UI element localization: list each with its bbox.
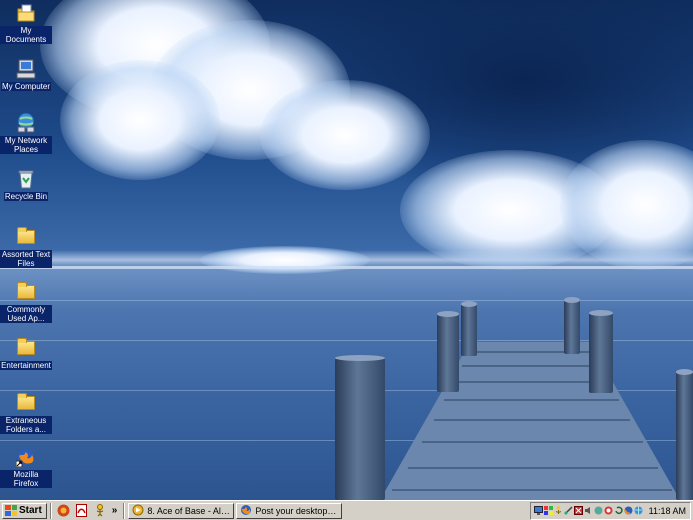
wallpaper-cloud [200, 246, 370, 274]
taskbar-separator [123, 502, 126, 519]
aim-icon[interactable] [93, 504, 107, 518]
pier-post [335, 355, 385, 500]
firefox-icon [240, 504, 252, 518]
desktop-icon-my-computer[interactable]: My Computer [0, 58, 52, 91]
media-player-icon [132, 504, 144, 518]
globe-tray-icon[interactable] [634, 505, 643, 516]
pier-post [437, 311, 459, 392]
firefox-tray-icon[interactable] [623, 505, 633, 516]
recycle-bin-icon [15, 168, 37, 190]
desktop-icon-label: Mozilla Firefox [0, 470, 52, 488]
desktop-icon-label: Extraneous Folders a... [0, 416, 52, 434]
pier-post [589, 310, 613, 393]
update-tray-icon[interactable] [594, 505, 603, 516]
network-tray-icon[interactable] [564, 505, 573, 516]
desktop-icon-assorted-text-files[interactable]: Assorted Text Files [0, 226, 52, 268]
wallpaper-pier [380, 340, 680, 500]
desktop-wallpaper [0, 0, 693, 500]
desktop-icon-mozilla-firefox[interactable]: Mozilla Firefox [0, 446, 52, 488]
aim-tray-icon[interactable] [554, 505, 563, 516]
wallpaper-wave [0, 300, 693, 301]
firefox-icon [15, 446, 37, 468]
desktop-icon-recycle-bin[interactable]: Recycle Bin [0, 168, 52, 201]
taskbar-separator [49, 502, 52, 519]
pier-post [676, 369, 693, 500]
folder-icon [15, 226, 37, 248]
pier-deck [380, 342, 680, 500]
pier-post [564, 297, 580, 354]
folder-icon [15, 392, 37, 414]
colors-tray-icon[interactable] [543, 505, 553, 516]
desktop-icon-label: My Documents [0, 26, 52, 44]
my-computer-icon [15, 58, 37, 80]
wallpaper-cloud [260, 80, 430, 190]
desktop-icon-label: Entertainment [0, 361, 52, 370]
browser-icon[interactable] [57, 504, 71, 518]
windows-logo-icon [5, 505, 17, 516]
antivirus-tray-icon[interactable] [604, 505, 613, 516]
wallpaper-horizon [0, 266, 693, 269]
desktop-icon-label: My Network Places [0, 136, 52, 154]
desktop-icon-label: My Computer [0, 82, 51, 91]
sync-tray-icon[interactable] [614, 505, 623, 516]
folder-icon [15, 281, 37, 303]
desktop-icon-my-network-places[interactable]: My Network Places [0, 112, 52, 154]
desktop-icon-my-documents[interactable]: My Documents [0, 2, 52, 44]
my-documents-icon [15, 2, 37, 24]
taskbar: Start » 8. Ace of Base - All That ... Po… [0, 500, 693, 520]
desktop-icon-label: Commonly Used Ap... [0, 305, 52, 323]
desktop-icon-label: Recycle Bin [3, 192, 49, 201]
pier-post [461, 301, 477, 356]
start-button[interactable]: Start [2, 502, 47, 519]
start-button-label: Start [19, 505, 42, 516]
task-button-label: Post your desktop - Pag... [255, 505, 338, 516]
wallpaper-cloud [60, 60, 220, 180]
quick-launch-overflow-button[interactable]: » [112, 505, 118, 516]
system-tray: 11:18 AM [529, 501, 691, 520]
task-button-label: 8. Ace of Base - All That ... [147, 505, 231, 516]
desktop-icon-label: Assorted Text Files [0, 250, 52, 268]
desktop-icon-commonly-used-apps[interactable]: Commonly Used Ap... [0, 281, 52, 323]
task-button-media-player[interactable]: 8. Ace of Base - All That ... [128, 502, 235, 519]
pdf-icon[interactable] [75, 504, 89, 518]
security-tray-icon[interactable] [573, 505, 583, 516]
desktop-icon-entertainment[interactable]: Entertainment [0, 337, 52, 370]
taskbar-clock[interactable]: 11:18 AM [649, 506, 686, 516]
monitor-tray-icon[interactable] [533, 505, 543, 516]
desktop-icon-extraneous-folders[interactable]: Extraneous Folders a... [0, 392, 52, 434]
task-button-firefox[interactable]: Post your desktop - Pag... [236, 502, 343, 519]
folder-icon [15, 337, 37, 359]
volume-tray-icon[interactable] [584, 505, 593, 516]
network-places-icon [15, 112, 37, 134]
